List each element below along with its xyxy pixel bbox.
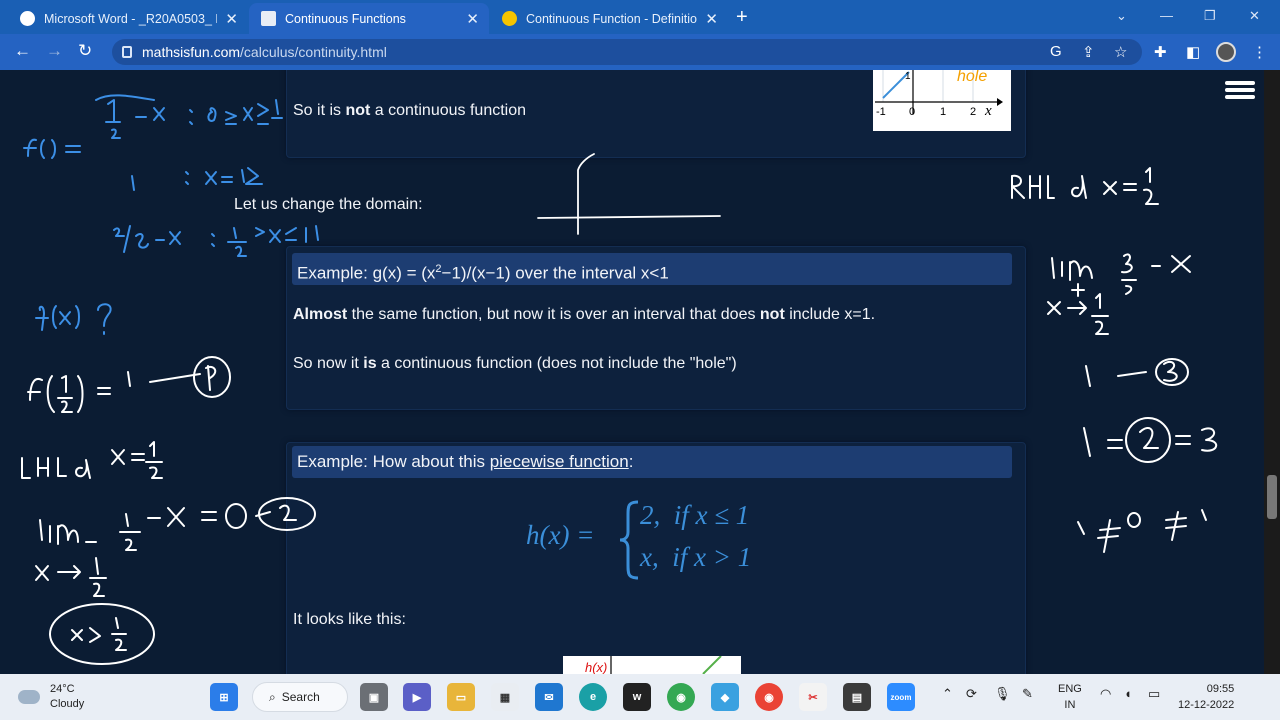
store-icon[interactable]: ▦ [491, 683, 519, 711]
file-explorer-icon[interactable]: ▭ [447, 683, 475, 711]
windows-taskbar: 24°C Cloudy ⊞ ⌕ Search ▣ ▶ ▭ ▦ ✉ e w ◉ ◆ … [0, 674, 1280, 720]
app-w-icon[interactable]: w [623, 683, 651, 711]
page-scrollbar[interactable] [1264, 70, 1280, 674]
weather-widget[interactable]: 24°C Cloudy [18, 682, 84, 712]
task-view-icon[interactable]: ▣ [360, 683, 388, 711]
docker-icon[interactable]: ◆ [711, 683, 739, 711]
volume-icon[interactable]: ◖ [1124, 686, 1132, 701]
mail-icon[interactable]: ✉ [535, 683, 563, 711]
microphone-icon[interactable]: 🎙 [994, 686, 1011, 702]
chrome-icon[interactable]: ◉ [667, 683, 695, 711]
search-icon: ⌕ [269, 689, 276, 704]
cloud-icon [18, 690, 40, 704]
battery-icon[interactable]: ▭ [1148, 686, 1160, 702]
taskbar-search[interactable]: ⌕ Search [252, 682, 348, 712]
weather-condition: Cloudy [50, 698, 85, 710]
sync-icon[interactable]: ⟳ [966, 686, 977, 702]
wifi-icon[interactable]: ◠ [1100, 686, 1111, 702]
zoom-icon[interactable]: zoom [887, 683, 915, 711]
teams-chat-icon[interactable]: ▶ [403, 683, 431, 711]
windows-start-icon[interactable]: ⊞ [210, 683, 238, 711]
show-hidden-icons[interactable]: ⌃ [942, 686, 953, 702]
handwritten-annotations [21, 94, 1217, 665]
language-indicator[interactable]: ENG IN [1058, 681, 1082, 713]
snipping-icon[interactable]: ✂ [799, 683, 827, 711]
chrome-alt-icon[interactable]: ◉ [755, 683, 783, 711]
scrollbar-thumb[interactable] [1267, 475, 1277, 519]
terminal-icon[interactable]: ▤ [843, 683, 871, 711]
weather-temp: 24°C [50, 683, 75, 695]
system-clock[interactable]: 09:55 12-12-2022 [1178, 681, 1234, 713]
pen-icon[interactable]: ✎ [1022, 686, 1033, 702]
edge-icon[interactable]: e [579, 683, 607, 711]
